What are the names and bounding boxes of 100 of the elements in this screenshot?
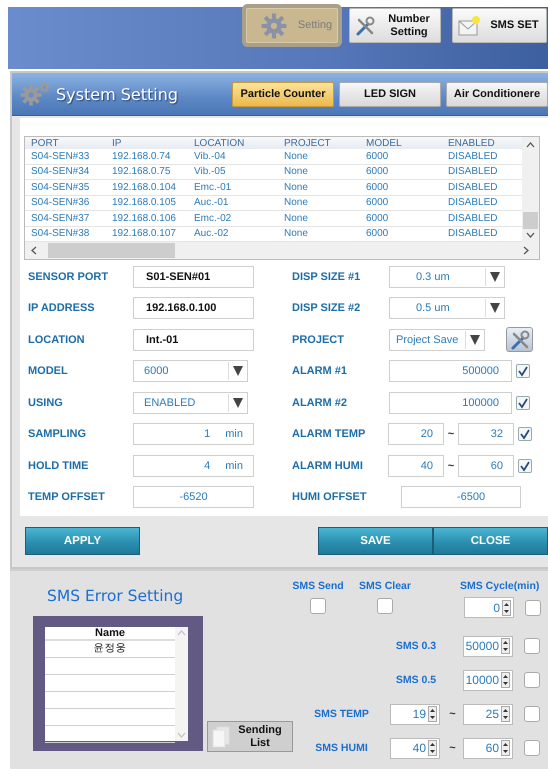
close-button[interactable]: CLOSE [433,527,548,555]
table-cell-text: 6000 [366,212,390,224]
spinner-arrows-icon [501,638,510,654]
checkbox[interactable] [525,600,541,616]
scroll-down-icon [526,232,535,238]
field-label: SMS 0.5 [394,674,438,686]
column-header[interactable]: PORT [31,138,112,148]
horizontal-scrollbar[interactable] [25,242,539,259]
field-label: MODEL [28,365,69,378]
dropdown[interactable]: Project Save [389,328,485,351]
field-label: SAMPLING [28,428,88,440]
field-label: ALARM HUMI [292,460,364,472]
dropdown[interactable]: 0.3 um [389,266,505,288]
field-label: LOCATION [28,334,86,346]
spinner-arrows-icon [501,706,510,722]
vertical-scrollbar[interactable] [175,627,188,741]
pages-icon [212,726,230,748]
scroll-thumb[interactable] [48,243,175,258]
checkbox[interactable] [377,598,393,614]
table-cell-text: S04-SEN#36 [31,197,90,208]
checkbox[interactable] [518,458,532,473]
tab[interactable]: Air Conditionere [446,82,548,106]
toolbar-button[interactable]: SMS SET [452,8,547,43]
table-cell-text: None [284,197,309,208]
spinner-field[interactable]: 60 [463,738,513,758]
checkbox[interactable] [524,672,540,688]
table-cell-text: 6000 [366,228,390,240]
checkbox[interactable] [518,427,532,442]
column-header[interactable]: ENABLED [448,138,495,148]
apply-button[interactable]: APPLY [25,527,140,555]
input-field[interactable]: -6520 [133,486,254,508]
table-cell-text: Auc.-02 [194,228,230,240]
field-label: USING [28,396,64,409]
check-mark-icon [519,460,531,472]
spinner-field[interactable]: 19 [390,704,440,724]
input-field[interactable]: 20 [388,423,444,446]
tab[interactable]: LED SIGN [339,82,441,106]
input-field[interactable]: 32 [458,423,514,446]
input-field[interactable]: 40 [388,454,444,477]
table-cell-text: Vib.-04 [194,150,227,162]
field-label: ALARM #1 [292,365,348,378]
dropdown[interactable]: ENABLED [133,392,248,414]
sending-list-button[interactable]: Sending List [207,721,293,752]
table-cell-text: S04-SEN#37 [31,212,90,224]
table-cell-text: Emc.-02 [194,212,232,224]
table-cell-text: 6000 [366,150,390,162]
field-label: IP ADDRESS [28,302,96,314]
field-label: SMS Clear [359,580,411,592]
input-field[interactable]: 1 min [133,423,254,446]
field-label: ALARM #2 [292,396,348,409]
spinner-field[interactable]: 10000 [463,670,513,690]
input-field[interactable]: 100000 [389,392,512,414]
spinner-field[interactable]: 40 [390,738,440,758]
input-field[interactable]: 500000 [389,360,512,382]
table-cell-text: 192.168.0.74 [112,150,172,162]
toolbar-button[interactable]: Number Setting [349,8,441,43]
dropdown-arrow-icon [233,396,243,409]
input-field[interactable]: 192.168.0.100 [133,297,254,320]
table-cell: DISABLED [448,182,498,193]
table-cell-text: Emc.-01 [194,182,232,193]
table-cell-text: 192.168.0.105 [112,197,177,208]
field-label: SMS Cycle(min) [460,580,540,592]
input-field[interactable]: -6500 [401,486,521,508]
table-cell-text: S04-SEN#38 [31,228,90,240]
checkbox[interactable] [524,638,540,654]
column-header[interactable]: LOCATION [194,138,284,148]
tools-button[interactable] [506,327,533,352]
tab[interactable]: Particle Counter [232,82,334,106]
checkbox[interactable] [310,598,326,614]
dropdown-arrow-icon [490,302,500,314]
input-field[interactable]: 60 [458,454,514,477]
column-header[interactable]: PROJECT [284,138,366,148]
checkbox[interactable] [524,740,540,756]
dropdown[interactable]: 6000 [133,360,248,382]
vertical-scrollbar[interactable] [522,137,539,242]
range-separator: ~ [446,428,456,440]
scroll-up-icon [177,630,186,636]
field-label: ALARM TEMP [292,428,366,440]
input-field[interactable]: 4 min [133,454,254,477]
scroll-left-icon [31,246,37,255]
column-header[interactable]: MODEL [366,138,448,148]
save-button[interactable]: SAVE [318,527,433,555]
input-field[interactable]: Int.-01 [133,328,254,351]
checkbox[interactable] [516,396,530,410]
spinner-arrows-icon [428,706,437,722]
checkbox[interactable] [524,706,540,722]
dropdown-arrow-icon [490,270,500,283]
table-cell-text: None [284,212,309,224]
spinner-field[interactable]: 0 [464,597,514,618]
input-field[interactable]: S01-SEN#01 [133,266,254,288]
dropdown[interactable]: 0.5 um [389,297,505,320]
spinner-field[interactable]: 25 [463,704,513,724]
table-cell: DISABLED [448,212,498,224]
spinner-field[interactable]: 50000 [463,636,513,656]
scroll-thumb[interactable] [523,212,538,229]
column-header[interactable]: IP [112,138,194,148]
field-label: HOLD TIME [28,460,90,472]
checkbox[interactable] [516,364,530,378]
table-cell-text: None [284,166,309,178]
range-separator: ~ [448,742,457,754]
